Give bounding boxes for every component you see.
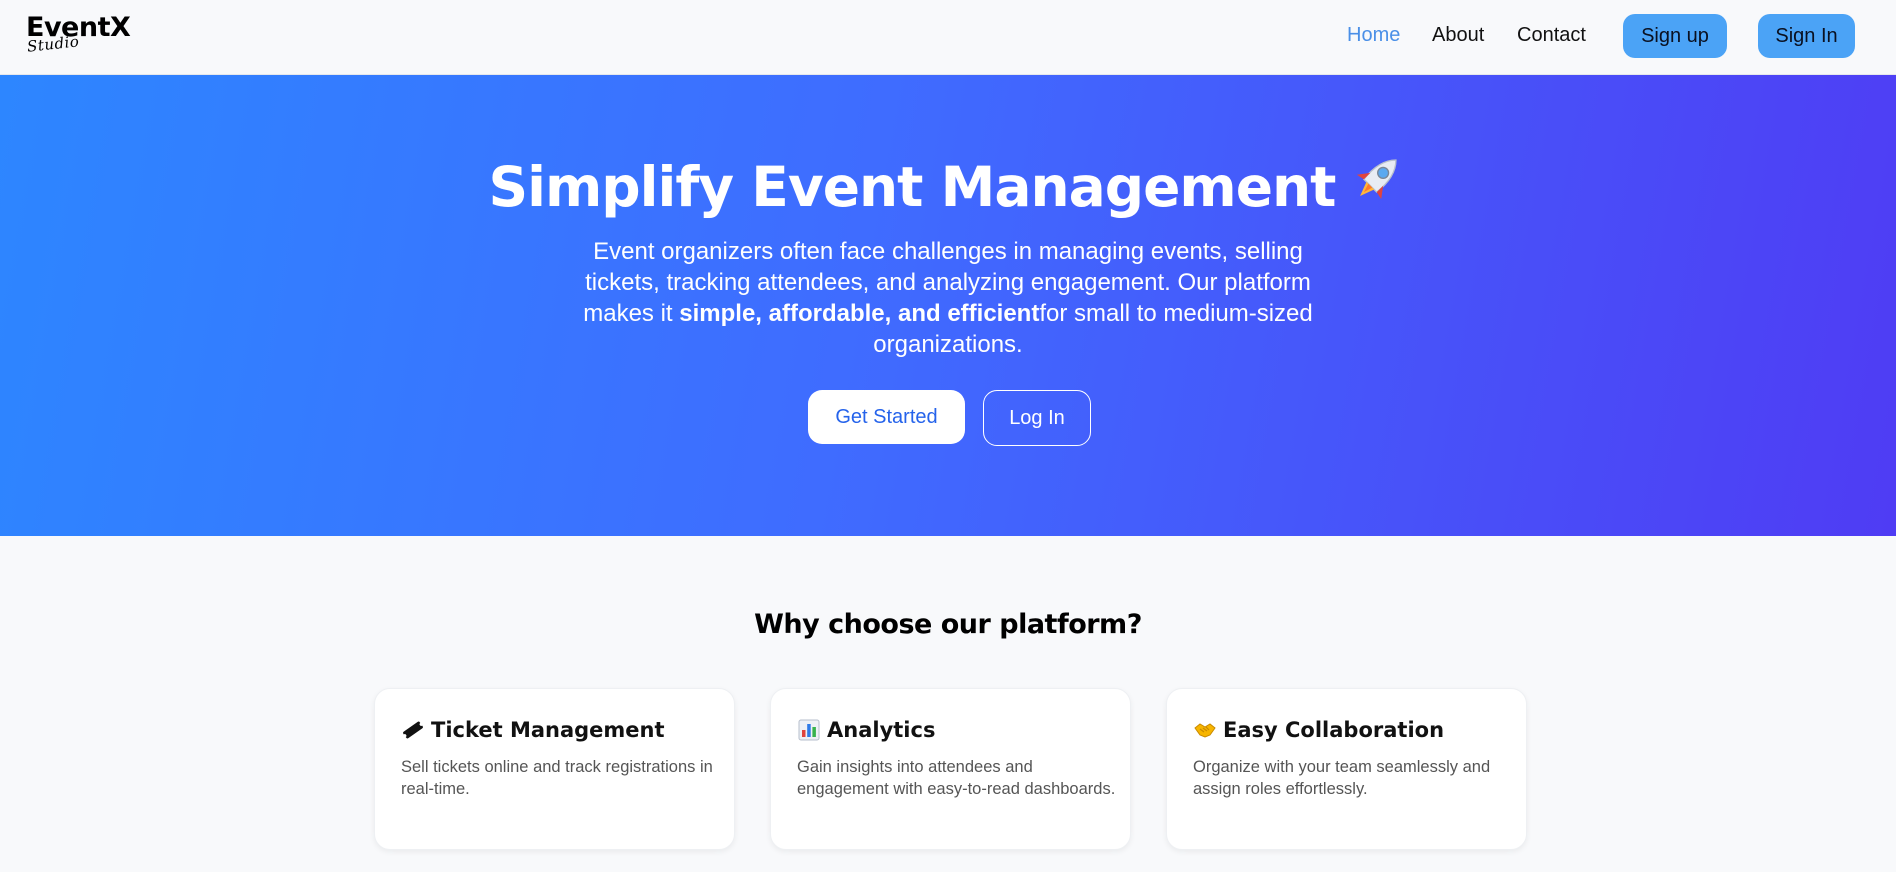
feature-card-analytics: Analytics Gain insights into attendees a… <box>770 688 1131 850</box>
ticket-icon <box>401 718 425 742</box>
hero-description: Event organizers often face challenges i… <box>558 236 1338 360</box>
brand-logo[interactable]: EventX Studio <box>26 12 136 56</box>
feature-card-collaboration: Easy Collaboration Organize with your te… <box>1166 688 1527 850</box>
feature-card-ticket: Ticket Management Sell tickets online an… <box>374 688 735 850</box>
feature-card-text: Organize with your team seamlessly and a… <box>1193 758 1491 798</box>
feature-card-title-text: Easy Collaboration <box>1223 718 1445 742</box>
nav-link-about[interactable]: About <box>1432 24 1484 47</box>
feature-card-text: Gain insights into attendees and engagem… <box>797 758 1116 798</box>
get-started-button[interactable]: Get Started <box>808 390 965 444</box>
log-in-button[interactable]: Log In <box>983 390 1091 446</box>
handshake-icon <box>1193 718 1217 742</box>
features-heading: Why choose our platform? <box>754 609 1142 640</box>
feature-card-title: Ticket Management <box>401 718 665 742</box>
feature-card-title: Analytics <box>797 718 935 742</box>
hero-section: Simplify Event Management Event organize… <box>0 75 1896 536</box>
top-navbar: EventX Studio Home About Contact Sign up… <box>0 0 1896 75</box>
sign-in-button[interactable]: Sign In <box>1758 14 1855 58</box>
hero-title: Simplify Event Management <box>0 155 1896 226</box>
bar-chart-icon <box>797 718 821 742</box>
nav-link-contact[interactable]: Contact <box>1517 24 1586 47</box>
hero-title-text: Simplify Event Management <box>488 155 1337 219</box>
feature-card-text: Sell tickets online and track registrati… <box>401 758 713 798</box>
feature-card-title-text: Analytics <box>827 718 936 742</box>
hero-description-emphasis: simple, affordable, and efficient <box>679 300 1040 327</box>
feature-card-title: Easy Collaboration <box>1193 718 1444 742</box>
nav-link-home[interactable]: Home <box>1347 24 1400 47</box>
rocket-icon <box>1349 149 1407 220</box>
sign-up-button[interactable]: Sign up <box>1623 14 1727 58</box>
feature-card-title-text: Ticket Management <box>431 718 665 742</box>
